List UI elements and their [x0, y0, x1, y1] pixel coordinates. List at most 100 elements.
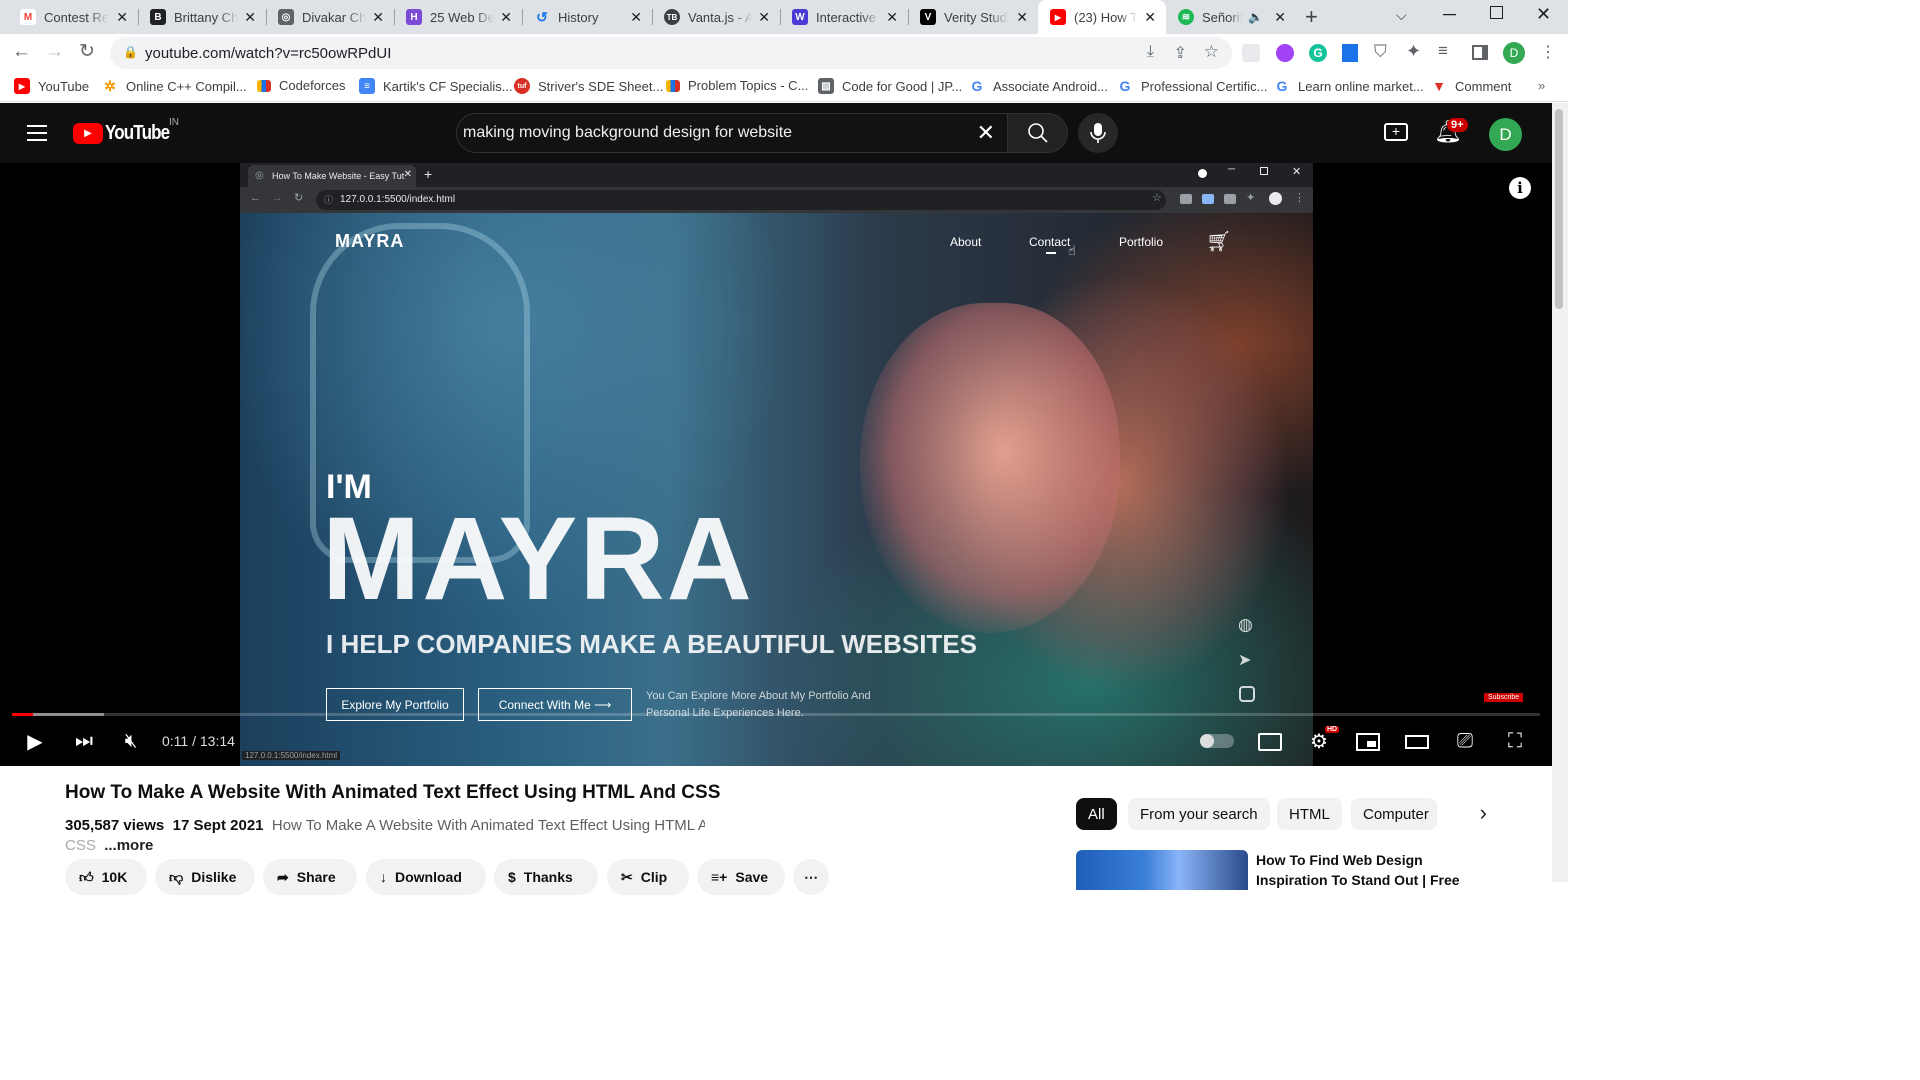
chips-next-arrow-icon[interactable]: › — [1437, 796, 1487, 832]
bookmark-item[interactable]: ▼ Comment — [1431, 78, 1511, 94]
bookmarks-overflow-icon[interactable]: » — [1538, 78, 1545, 93]
back-arrow-icon[interactable]: ← — [12, 41, 31, 63]
account-avatar[interactable]: D — [1489, 118, 1522, 151]
audio-playing-icon[interactable]: 🔈 — [1248, 10, 1263, 24]
theater-mode-icon[interactable] — [1405, 735, 1429, 749]
scrollbar-thumb[interactable] — [1555, 109, 1563, 309]
install-app-icon[interactable]: ⤓ — [1147, 43, 1154, 61]
voice-search-button[interactable] — [1078, 113, 1118, 153]
youtube-logo[interactable]: ▶ YouTube — [73, 122, 181, 145]
search-input[interactable]: making moving background design for webs… — [456, 113, 1008, 153]
share-button[interactable]: ➦ Share — [263, 859, 357, 895]
bookmark-star-icon[interactable]: ☆ — [1204, 42, 1219, 62]
profile-avatar[interactable]: D — [1503, 42, 1525, 64]
page-scrollbar[interactable] — [1552, 103, 1568, 882]
browser-tab[interactable]: ≋ Señorit 🔈 ✕ — [1166, 0, 1296, 34]
recommended-title[interactable]: Inspiration To Stand Out | Free — [1256, 872, 1546, 888]
hamburger-menu-icon[interactable] — [27, 125, 47, 141]
browser-tab[interactable]: B Brittany Ch ✕ — [138, 0, 266, 34]
dislike-button[interactable]: 👎︎ Dislike — [155, 859, 255, 895]
shield-icon[interactable]: ⛉ — [1374, 42, 1387, 62]
clear-search-icon[interactable]: ✕ — [977, 120, 995, 146]
create-video-icon[interactable]: + — [1384, 123, 1408, 141]
video-frame[interactable]: ◎ How To Make Website - Easy Tut ✕ + ─ ✕… — [240, 163, 1313, 766]
maximize-icon[interactable] — [1490, 6, 1503, 19]
recommended-title[interactable]: How To Find Web Design — [1256, 852, 1423, 868]
reload-icon[interactable]: ↻ — [79, 40, 95, 63]
thanks-button[interactable]: $ Thanks — [494, 859, 598, 895]
chip-computer[interactable]: Computer — [1351, 798, 1437, 830]
clip-button[interactable]: ✂ Clip — [607, 859, 689, 895]
progress-bar[interactable] — [12, 713, 1540, 716]
miniplayer-icon[interactable] — [1356, 733, 1380, 751]
bookmark-item[interactable]: ✲ Online C++ Compil... — [102, 78, 247, 94]
more-actions-button[interactable]: ⋯ — [793, 859, 829, 895]
close-tab-icon[interactable]: ✕ — [1274, 9, 1286, 26]
new-tab-icon[interactable]: + — [1305, 4, 1318, 30]
browser-tab[interactable]: TB Vanta.js - A ✕ — [652, 0, 780, 34]
media-control-icon[interactable]: ≡ — [1438, 41, 1448, 61]
fullscreen-icon[interactable]: ⛶ — [1502, 728, 1528, 754]
close-tab-icon[interactable]: ✕ — [886, 9, 898, 26]
bookmark-item[interactable]: Codeforces — [257, 78, 345, 93]
close-window-icon[interactable]: ✕ — [1536, 4, 1551, 25]
subtitles-icon[interactable] — [1258, 733, 1282, 751]
like-button[interactable]: 👍︎ 10K — [65, 859, 147, 895]
chip-from-your-search[interactable]: From your search — [1128, 798, 1270, 830]
recommended-thumbnail[interactable] — [1076, 850, 1248, 890]
cast-icon[interactable]: ⎚ — [1452, 728, 1478, 754]
bookmark-youtube[interactable]: ▶ YouTube — [14, 78, 89, 94]
close-tab-icon[interactable]: ✕ — [372, 9, 384, 26]
browser-tab[interactable]: ↺ History ✕ — [522, 0, 652, 34]
bookmark-item[interactable]: ≡ Kartik's CF Specialis... — [359, 78, 513, 94]
save-button[interactable]: ≡+ Save — [697, 859, 785, 895]
chrome-menu-icon[interactable]: ⋮ — [1540, 42, 1556, 62]
next-video-icon[interactable]: ⏭︎ — [71, 728, 97, 754]
download-button[interactable]: ↓ Download — [366, 859, 486, 895]
browser-tab-active[interactable]: ▶ (23) How To ✕ — [1038, 0, 1166, 34]
url-text[interactable]: youtube.com/watch?v=rc50owRPdUI — [145, 45, 391, 62]
forward-arrow-icon[interactable]: → — [45, 41, 64, 63]
description-more[interactable]: CSS ...more — [65, 837, 153, 854]
bookmark-item[interactable]: G Learn online market... — [1274, 78, 1424, 94]
share-icon[interactable]: ⇪ — [1174, 43, 1187, 63]
bookmark-item[interactable]: tuf Striver's SDE Sheet... — [514, 78, 663, 94]
browser-tab[interactable]: ◎ Divakar Ch ✕ — [266, 0, 394, 34]
browser-tab[interactable]: M Contest Re ✕ — [0, 0, 138, 34]
close-tab-icon[interactable]: ✕ — [758, 9, 770, 26]
bookmark-item[interactable]: G Associate Android... — [969, 78, 1108, 94]
play-icon[interactable]: ▶ — [22, 728, 48, 754]
grammarly-icon[interactable]: G — [1309, 44, 1327, 62]
video-description[interactable]: 305,587 views 17 Sept 2021 How To Make A… — [65, 817, 705, 834]
extension-icon[interactable] — [1342, 44, 1358, 62]
close-tab-icon[interactable]: ✕ — [500, 9, 512, 26]
chip-html[interactable]: HTML — [1277, 798, 1342, 830]
browser-tab[interactable]: W Interactive ✕ — [780, 0, 908, 34]
bookmark-item[interactable]: G Professional Certific... — [1117, 78, 1268, 94]
tab-search-chevron-icon[interactable]: ⌵ — [1396, 7, 1407, 24]
search-query-text[interactable]: making moving background design for webs… — [463, 124, 792, 142]
search-button[interactable] — [1008, 113, 1068, 153]
chip-all[interactable]: All — [1076, 798, 1117, 830]
extensions-puzzle-icon[interactable]: ✦ — [1406, 41, 1421, 62]
video-player[interactable]: ◎ How To Make Website - Easy Tut ✕ + ─ ✕… — [0, 163, 1552, 766]
extension-icon[interactable] — [1242, 44, 1260, 62]
close-tab-icon[interactable]: ✕ — [1016, 9, 1028, 26]
close-tab-icon[interactable]: ✕ — [630, 9, 642, 26]
close-tab-icon[interactable]: ✕ — [1144, 9, 1156, 26]
minimize-icon[interactable]: ─ — [1443, 4, 1456, 25]
info-card-icon[interactable]: i — [1509, 177, 1531, 199]
autoplay-toggle[interactable] — [1200, 734, 1234, 748]
close-tab-icon[interactable]: ✕ — [244, 9, 256, 26]
browser-tab[interactable]: H 25 Web De ✕ — [394, 0, 522, 34]
extension-icon[interactable] — [1276, 44, 1294, 62]
close-tab-icon[interactable]: ✕ — [116, 9, 128, 26]
bookmark-item[interactable]: Problem Topics - C... — [666, 78, 808, 93]
bookmark-item[interactable]: ▧ Code for Good | JP... — [818, 78, 962, 94]
side-panel-icon[interactable] — [1472, 45, 1488, 60]
subscribe-watermark[interactable]: Subscribe — [1484, 693, 1524, 702]
address-bar[interactable]: 🔒 youtube.com/watch?v=rc50owRPdUI ⤓ ⇪ ☆ — [110, 37, 1232, 69]
browser-tab[interactable]: V Verity Studi ✕ — [908, 0, 1038, 34]
mute-icon[interactable]: 🔇︎ — [118, 728, 144, 754]
more-link[interactable]: ...more — [104, 837, 153, 854]
